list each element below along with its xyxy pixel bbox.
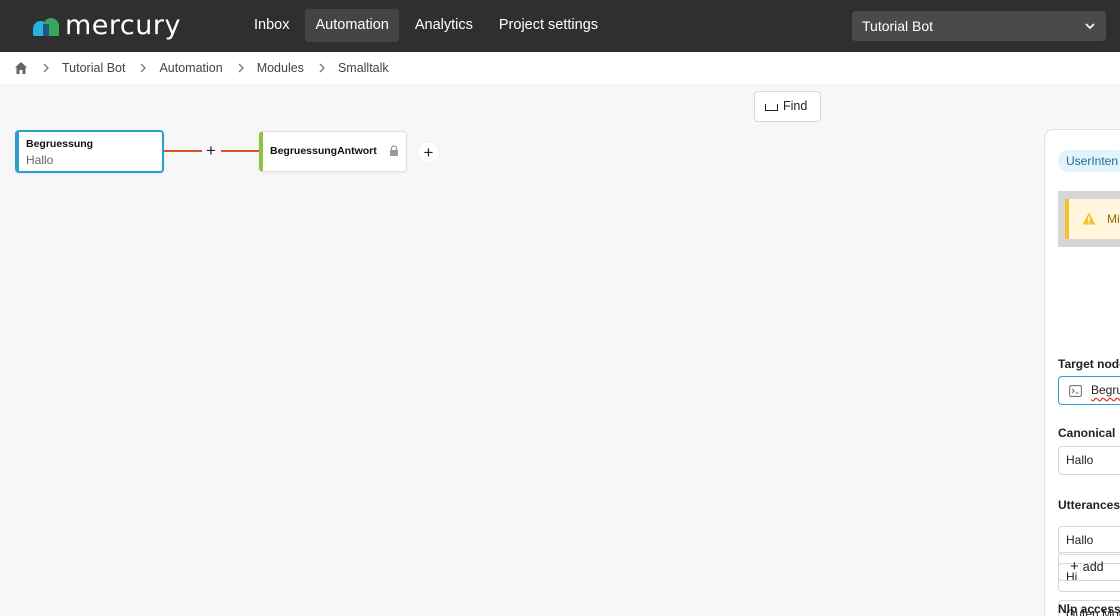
logo-text: mercury [65,10,181,41]
flow-canvas[interactable]: Find Begruessung Hallo + BegruessungAntw… [0,84,1120,616]
node-type-tag: UserInten [1058,150,1120,172]
home-icon[interactable] [14,61,28,75]
flow-edge [164,150,202,152]
logo-mark-icon [33,16,60,36]
warning-box: Mi [1065,199,1120,239]
find-button[interactable]: Find [754,91,821,122]
target-node-value: Begru [1091,383,1120,397]
canonical-field[interactable]: Hallo [1058,446,1120,475]
flow-node-begruessung-antwort[interactable]: BegruessungAntwort [259,131,407,172]
add-utterance-button[interactable]: + add [1058,552,1120,581]
add-node-plus-icon[interactable]: + [418,142,439,163]
canonical-label: Canonical [1058,426,1116,440]
lock-icon [390,145,398,156]
node-title: BegruessungAntwort [270,145,377,157]
breadcrumb-tutorial-bot[interactable]: Tutorial Bot [62,61,125,75]
main-nav: Inbox Automation Analytics Project setti… [244,9,614,42]
plus-icon: + [1070,558,1079,575]
chevron-right-icon [140,63,147,73]
breadcrumb-automation[interactable]: Automation [159,61,222,75]
nav-analytics[interactable]: Analytics [405,9,483,42]
top-bar: mercury Inbox Automation Analytics Proje… [0,0,1120,52]
bot-selector[interactable]: Tutorial Bot [852,11,1106,41]
flow-edge [221,150,259,152]
mercury-logo[interactable]: mercury [33,11,181,41]
breadcrumb-smalltalk[interactable]: Smalltalk [338,61,389,75]
utterances-label: Utterances [1058,498,1120,512]
breadcrumb: Tutorial Bot Automation Modules Smalltal… [0,52,1120,84]
chevron-down-icon [1085,23,1095,30]
bot-selector-value: Tutorial Bot [862,18,934,34]
warning-text: Mi [1107,212,1120,226]
nav-inbox[interactable]: Inbox [244,9,299,42]
node-subtitle: Hallo [26,153,54,167]
chevron-right-icon [238,63,244,73]
node-title: Begruessung [26,138,94,150]
warning-icon [1082,212,1096,225]
terminal-icon [1069,385,1082,397]
nlp-access-label: Nlp access [1058,602,1120,616]
node-detail-panel: UserInten Mi Target node Begru Canonical… [1044,129,1120,616]
warning-area: Mi [1058,191,1120,247]
nav-automation[interactable]: Automation [305,9,399,42]
chevron-right-icon [43,63,49,73]
nav-project-settings[interactable]: Project settings [489,9,608,42]
breadcrumb-modules[interactable]: Modules [257,61,304,75]
chevron-right-icon [319,63,325,73]
target-node-field[interactable]: Begru [1058,376,1120,405]
add-label: add [1082,560,1104,574]
find-label: Find [783,99,808,113]
utterance-field[interactable]: Hallo [1058,526,1120,555]
flow-node-begruessung[interactable]: Begruessung Hallo [15,130,164,173]
add-node-plus-icon[interactable]: + [202,142,220,160]
space-key-icon [765,104,778,111]
target-node-label: Target node [1058,357,1120,371]
